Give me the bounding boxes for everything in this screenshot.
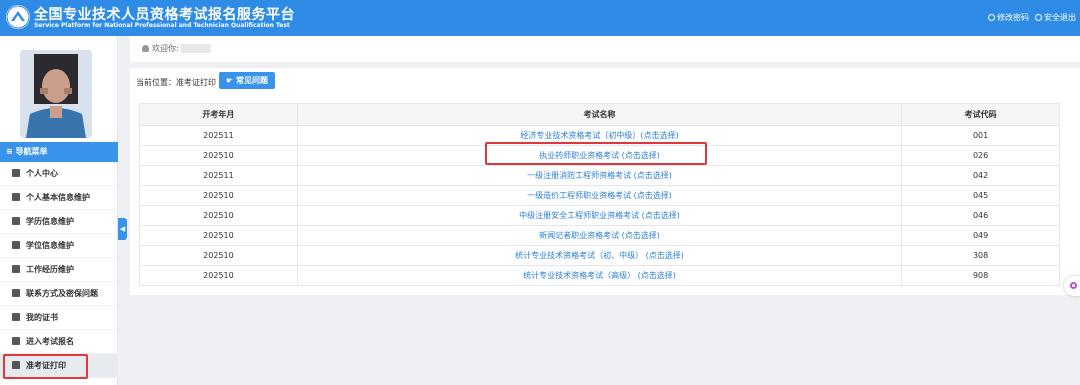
exam-name-link[interactable]: 一级注册消防工程师资格考试 (点击选择) xyxy=(296,165,903,186)
platform-logo-icon xyxy=(6,5,30,29)
sidebar-item-label: 工作经历维护 xyxy=(26,265,74,274)
table-row: 202510 一级造价工程师职业资格考试 (点击选择) 045 xyxy=(139,185,1060,206)
platform-title: 全国专业技术人员资格考试报名服务平台 xyxy=(34,7,295,23)
user-icon xyxy=(12,193,20,201)
exam-name-link[interactable]: 统计专业技术资格考试（高级） (点击选择) xyxy=(296,265,903,286)
exam-code-cell: 308 xyxy=(901,245,1060,266)
change-password-label: 修改密码 xyxy=(997,13,1029,22)
widget-icon xyxy=(1070,282,1077,289)
sidebar-item-contact[interactable]: 联系方式及密保问题 xyxy=(0,282,118,306)
education-icon xyxy=(12,217,20,225)
header-links: 修改密码 安全退出 xyxy=(988,12,1076,23)
sidebar-item-basic-info[interactable]: 个人基本信息维护 xyxy=(0,186,118,210)
power-icon xyxy=(1035,14,1042,21)
sidebar: ≡ 导航菜单 个人中心 个人基本信息维护 学历信息维护 学位信息维护 工作经历维… xyxy=(0,36,118,385)
avatar xyxy=(20,50,92,138)
exam-code-cell: 908 xyxy=(901,265,1060,286)
sidebar-collapse-toggle[interactable]: ◀ xyxy=(118,218,127,240)
exam-month-cell: 202510 xyxy=(139,205,298,226)
exam-code-cell: 026 xyxy=(901,145,1060,166)
exam-month-cell: 202510 xyxy=(139,185,298,206)
exam-code-cell: 001 xyxy=(901,125,1060,146)
phone-icon xyxy=(12,289,20,297)
top-header: 全国专业技术人员资格考试报名服务平台 Service Platform for … xyxy=(0,0,1080,36)
table-row: 202510 统计专业技术资格考试（高级） (点击选择) 908 xyxy=(139,265,1060,286)
main-panel: 当前位置：准考证打印 ☛ 常见问题 开考年月 考试名称 考试代码 202511 … xyxy=(130,68,1080,295)
sidebar-item-certificates[interactable]: 我的证书 xyxy=(0,306,118,330)
settings-icon xyxy=(988,14,995,21)
table-row: 202510 中级注册安全工程师职业资格考试 (点击选择) 046 xyxy=(139,205,1060,226)
table-row: 202510 统计专业技术资格考试（初、中级） (点击选择) 308 xyxy=(139,245,1060,266)
exam-month-cell: 202510 xyxy=(139,265,298,286)
highlight-box-exam xyxy=(485,142,707,165)
exam-month-cell: 202510 xyxy=(139,245,298,266)
header-exam-month: 开考年月 xyxy=(139,103,298,126)
welcome-text: 欢迎你: xyxy=(142,43,211,54)
exam-month-cell: 202510 xyxy=(139,225,298,246)
sidebar-item-label: 进入考试报名 xyxy=(26,337,74,346)
sidebar-item-label: 学历信息维护 xyxy=(26,217,74,226)
sidebar-item-label: 联系方式及密保问题 xyxy=(26,289,98,298)
welcome-label: 欢迎你: xyxy=(152,44,179,53)
table-header-row: 开考年月 考试名称 考试代码 xyxy=(139,103,1060,126)
logout-label: 安全退出 xyxy=(1044,13,1076,22)
exam-table: 开考年月 考试名称 考试代码 202511 经济专业技术资格考试（初中级）(点击… xyxy=(139,103,1060,286)
sidebar-item-label: 我的证书 xyxy=(26,313,58,322)
exam-code-cell: 042 xyxy=(901,165,1060,186)
user-icon xyxy=(142,45,149,52)
sidebar-item-exam-registration[interactable]: 进入考试报名 xyxy=(0,330,118,354)
sidebar-item-education[interactable]: 学历信息维护 xyxy=(0,210,118,234)
username-blurred xyxy=(180,44,211,53)
exam-month-cell: 202510 xyxy=(139,145,298,166)
sidebar-item-label: 个人基本信息维护 xyxy=(26,193,90,202)
table-row: 202511 一级注册消防工程师资格考试 (点击选择) 042 xyxy=(139,165,1060,186)
certificate-icon xyxy=(12,313,20,321)
exam-name-link[interactable]: 统计专业技术资格考试（初、中级） (点击选择) xyxy=(296,245,903,266)
faq-button-label: 常见问题 xyxy=(235,76,268,85)
sidebar-item-label: 学位信息维护 xyxy=(26,241,74,250)
exam-code-cell: 049 xyxy=(901,225,1060,246)
header-exam-name: 考试名称 xyxy=(296,103,903,126)
exam-month-cell: 202511 xyxy=(139,125,298,146)
exam-month-cell: 202511 xyxy=(139,165,298,186)
floating-widget-tab[interactable] xyxy=(1064,276,1080,296)
sidebar-item-label: 个人中心 xyxy=(26,169,58,178)
highlight-box-nav xyxy=(3,354,88,379)
exam-code-cell: 046 xyxy=(901,205,1060,226)
exam-name-link[interactable]: 一级造价工程师职业资格考试 (点击选择) xyxy=(296,185,903,206)
exam-name-link[interactable]: 新闻记者职业资格考试 (点击选择) xyxy=(296,225,903,246)
change-password-link[interactable]: 修改密码 xyxy=(988,12,1029,23)
hand-icon: ☛ xyxy=(226,76,234,85)
sidebar-item-personal-center[interactable]: 个人中心 xyxy=(0,162,118,186)
breadcrumb: 当前位置：准考证打印 xyxy=(136,78,216,87)
exam-code-cell: 045 xyxy=(901,185,1060,206)
platform-subtitle: Service Platform for National Profession… xyxy=(34,22,290,29)
faq-button[interactable]: ☛ 常见问题 xyxy=(219,72,275,89)
degree-icon xyxy=(12,241,20,249)
exam-name-link[interactable]: 中级注册安全工程师职业资格考试 (点击选择) xyxy=(296,205,903,226)
work-icon xyxy=(12,265,20,273)
home-icon xyxy=(12,169,20,177)
table-row: 202510 新闻记者职业资格考试 (点击选择) 049 xyxy=(139,225,1060,246)
welcome-bar: 欢迎你: xyxy=(130,36,1080,62)
sidebar-item-degree[interactable]: 学位信息维护 xyxy=(0,234,118,258)
logout-link[interactable]: 安全退出 xyxy=(1035,12,1076,23)
sidebar-item-work[interactable]: 工作经历维护 xyxy=(0,258,118,282)
header-exam-code: 考试代码 xyxy=(901,103,1060,126)
enter-icon xyxy=(12,337,20,345)
nav-menu-title: ≡ 导航菜单 xyxy=(0,142,118,162)
